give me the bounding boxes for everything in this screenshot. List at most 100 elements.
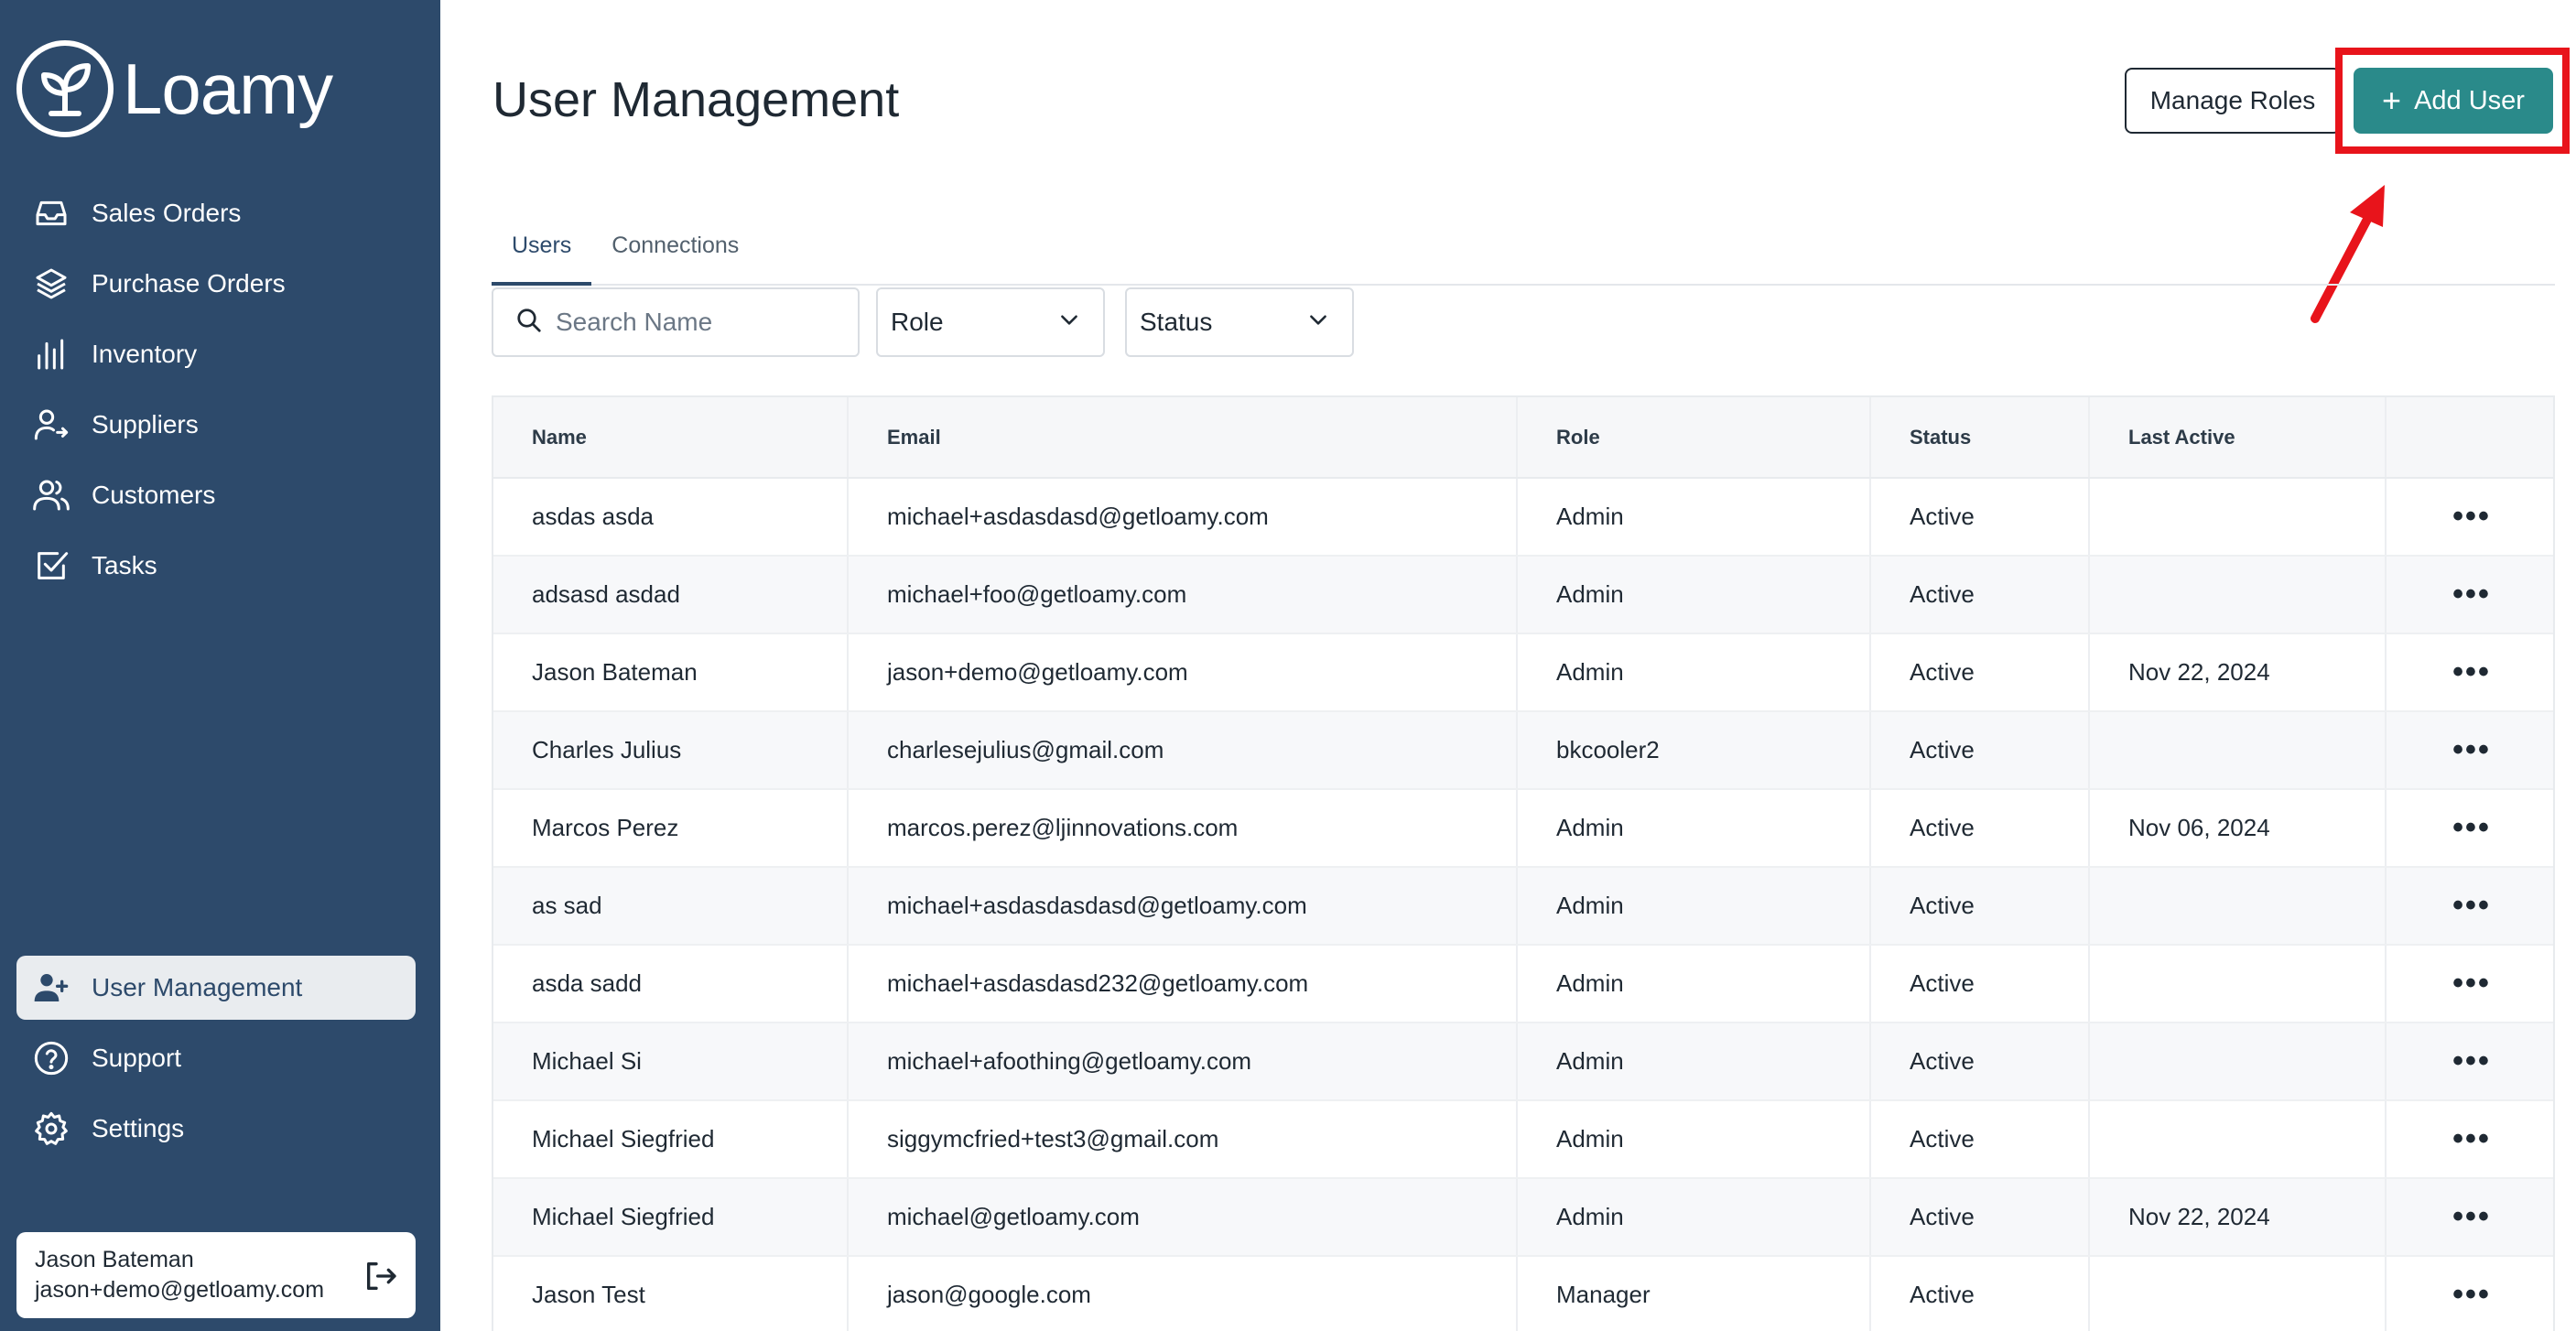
cell-role: Admin (1517, 556, 1871, 634)
brand-name: Loamy (123, 49, 333, 129)
gear-icon (31, 1109, 71, 1149)
column-header-actions (2386, 397, 2553, 479)
chevron-down-icon (1306, 308, 1330, 338)
cell-name: Jason Bateman (493, 633, 849, 712)
table-row[interactable]: Michael Si michael+afoothing@getloamy.com… (493, 1023, 2553, 1101)
more-actions-icon[interactable]: ••• (2386, 1100, 2553, 1179)
page-title: User Management (492, 72, 900, 127)
cell-role: bkcooler2 (1517, 711, 1871, 790)
cell-name: Michael Siegfried (493, 1100, 849, 1179)
cell-email: michael+asdasdasd@getloamy.com (848, 478, 1518, 557)
inbox-tray-icon (31, 193, 71, 233)
cell-name: adsasd asdad (493, 556, 849, 634)
chevron-down-icon (1057, 308, 1081, 338)
users-table: Name Email Role Status Last Active asdas… (492, 395, 2555, 1331)
column-header-email[interactable]: Email (848, 397, 1518, 479)
sidebar-item-customers[interactable]: Customers (16, 463, 416, 527)
cell-role: Admin (1517, 478, 1871, 557)
more-actions-icon[interactable]: ••• (2386, 945, 2553, 1023)
cell-email: michael+foo@getloamy.com (848, 556, 1518, 634)
cell-last-active (2089, 945, 2387, 1023)
cell-name: Michael Si (493, 1023, 849, 1101)
current-user-name: Jason Bateman (35, 1247, 194, 1272)
main-content: User Management Manage Roles + Add User … (440, 0, 2576, 1331)
cell-status: Active (1870, 789, 2090, 868)
table-row[interactable]: Marcos Perez marcos.perez@ljinnovations.c… (493, 789, 2553, 868)
sidebar-nav-bottom: User Management Support Settings (16, 956, 416, 1167)
help-circle-icon (31, 1038, 71, 1078)
cell-role: Admin (1517, 633, 1871, 712)
cell-role: Admin (1517, 1023, 1871, 1101)
role-filter-label: Role (891, 308, 944, 336)
cell-email: michael@getloamy.com (848, 1178, 1518, 1257)
cell-status: Active (1870, 867, 2090, 946)
current-user-email: jason+demo@getloamy.com (35, 1277, 325, 1303)
tab-connections[interactable]: Connections (591, 216, 759, 286)
table-row[interactable]: asda sadd michael+asdasdasd232@getloamy.c… (493, 945, 2553, 1023)
annotation-highlight-box (2335, 48, 2570, 154)
more-actions-icon[interactable]: ••• (2386, 633, 2553, 712)
table-header-row: Name Email Role Status Last Active (493, 397, 2553, 479)
table-row[interactable]: Charles Julius charlesejulius@gmail.com bk… (493, 711, 2553, 790)
table-row[interactable]: adsasd asdad michael+foo@getloamy.com Admi… (493, 556, 2553, 634)
table-row[interactable]: asdas asda michael+asdasdasd@getloamy.com… (493, 478, 2553, 557)
cell-last-active (2089, 1256, 2387, 1331)
table-row[interactable]: Jason Bateman jason+demo@getloamy.com Admi… (493, 633, 2553, 712)
sidebar-item-label: Sales Orders (92, 199, 242, 227)
sidebar-item-sales-orders[interactable]: Sales Orders (16, 181, 416, 245)
sidebar-item-purchase-orders[interactable]: Purchase Orders (16, 252, 416, 316)
table-row[interactable]: Michael Siegfried michael@getloamy.com Adm… (493, 1178, 2553, 1257)
table-row[interactable]: Jason Test jason@google.com Manager Active •… (493, 1256, 2553, 1331)
cell-name: Marcos Perez (493, 789, 849, 868)
cell-email: jason+demo@getloamy.com (848, 633, 1518, 712)
sidebar-item-inventory[interactable]: Inventory (16, 322, 416, 386)
cell-status: Active (1870, 711, 2090, 790)
cell-name: Jason Test (493, 1256, 849, 1331)
search-icon (515, 307, 543, 339)
sidebar-item-settings[interactable]: Settings (16, 1097, 416, 1161)
cell-role: Admin (1517, 789, 1871, 868)
search-input[interactable]: Search Name (492, 287, 860, 357)
cell-email: michael+asdasdasdasd@getloamy.com (848, 867, 1518, 946)
column-header-role[interactable]: Role (1517, 397, 1871, 479)
sidebar-item-tasks[interactable]: Tasks (16, 534, 416, 598)
cell-status: Active (1870, 1178, 2090, 1257)
more-actions-icon[interactable]: ••• (2386, 1023, 2553, 1101)
more-actions-icon[interactable]: ••• (2386, 1178, 2553, 1257)
cell-status: Active (1870, 1256, 2090, 1331)
more-actions-icon[interactable]: ••• (2386, 867, 2553, 946)
tab-users[interactable]: Users (492, 216, 592, 286)
status-filter-select[interactable]: Status (1125, 287, 1354, 357)
manage-roles-button[interactable]: Manage Roles (2125, 68, 2341, 134)
checkbox-icon (31, 546, 71, 586)
logout-icon[interactable] (363, 1258, 399, 1294)
column-header-name[interactable]: Name (493, 397, 849, 479)
sidebar-item-label: Customers (92, 481, 216, 509)
users-icon (31, 475, 71, 515)
current-user-card: Jason Bateman jason+demo@getloamy.com (16, 1232, 416, 1318)
cell-name: asda sadd (493, 945, 849, 1023)
more-actions-icon[interactable]: ••• (2386, 711, 2553, 790)
sidebar-item-support[interactable]: Support (16, 1026, 416, 1090)
search-placeholder: Search Name (556, 308, 713, 336)
sidebar-item-label: User Management (92, 973, 303, 1001)
more-actions-icon[interactable]: ••• (2386, 478, 2553, 557)
cell-email: charlesejulius@gmail.com (848, 711, 1518, 790)
table-row[interactable]: as sad michael+asdasdasdasd@getloamy.com A… (493, 867, 2553, 946)
sidebar-item-suppliers[interactable]: Suppliers (16, 393, 416, 457)
column-header-status[interactable]: Status (1870, 397, 2090, 479)
tab-bar: Users Connections (492, 216, 2555, 286)
role-filter-select[interactable]: Role (876, 287, 1105, 357)
brand-logo[interactable]: Loamy (16, 40, 333, 137)
more-actions-icon[interactable]: ••• (2386, 1256, 2553, 1331)
more-actions-icon[interactable]: ••• (2386, 556, 2553, 634)
column-header-last-active[interactable]: Last Active (2089, 397, 2387, 479)
sidebar-item-user-management[interactable]: User Management (16, 956, 416, 1020)
layers-icon (31, 264, 71, 304)
cell-status: Active (1870, 556, 2090, 634)
cell-role: Admin (1517, 867, 1871, 946)
cell-last-active (2089, 1023, 2387, 1101)
more-actions-icon[interactable]: ••• (2386, 789, 2553, 868)
table-row[interactable]: Michael Siegfried siggymcfried+test3@gmai… (493, 1100, 2553, 1179)
cell-status: Active (1870, 633, 2090, 712)
